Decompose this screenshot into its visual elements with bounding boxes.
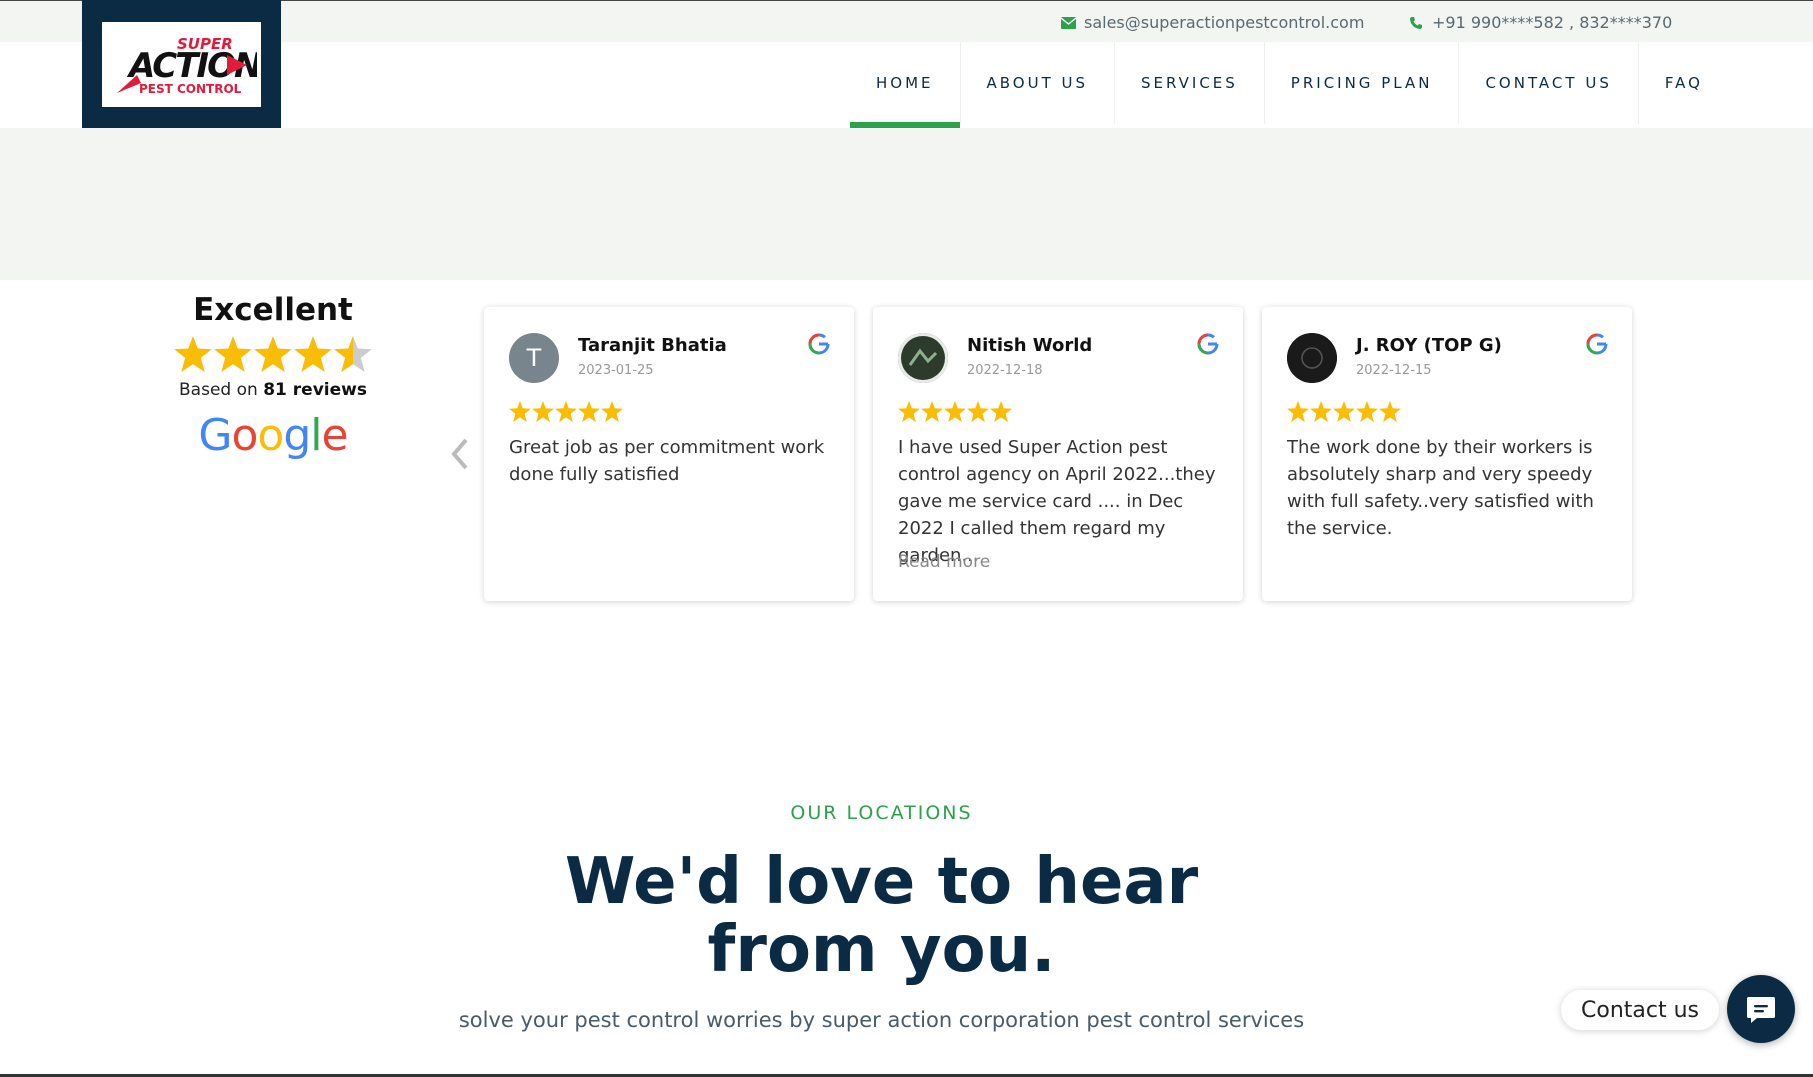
nav-pricing-plan[interactable]: PRICING PLAN — [1265, 42, 1460, 124]
star-icon — [944, 401, 966, 422]
chat-button[interactable] — [1727, 975, 1795, 1043]
star-icon — [509, 401, 531, 422]
avatar-letter: T — [526, 344, 542, 372]
star-icon — [532, 401, 554, 422]
star-icon — [254, 336, 292, 372]
nav-about-us[interactable]: ABOUT US — [961, 42, 1116, 124]
nav-services[interactable]: SERVICES — [1115, 42, 1265, 124]
based-on-text: Based on 81 reviews — [168, 380, 378, 400]
summary-stars — [168, 336, 378, 372]
reviewer-name: Taranjit Bhatia — [578, 335, 727, 356]
review-date: 2022-12-15 — [1356, 363, 1432, 378]
contact-us-label[interactable]: Contact us — [1561, 990, 1719, 1030]
reviewer-name: J. ROY (TOP G) — [1356, 335, 1502, 356]
star-icon — [1356, 401, 1378, 422]
google-g-icon — [808, 333, 830, 359]
phone-icon — [1408, 15, 1424, 31]
star-icon — [1287, 401, 1309, 422]
review-text: The work done by their workers is absolu… — [1287, 437, 1594, 539]
review-stars — [898, 401, 1012, 422]
avatar — [1287, 333, 1337, 383]
read-more-link[interactable]: Read more — [898, 552, 990, 572]
star-icon — [921, 401, 943, 422]
nav-home-label: HOME — [876, 74, 934, 92]
star-icon — [1379, 401, 1401, 422]
nav-about-us-label: ABOUT US — [986, 74, 1089, 92]
review-date: 2022-12-18 — [967, 363, 1043, 378]
star-icon — [555, 401, 577, 422]
reviewer-name: Nitish World — [967, 335, 1093, 356]
review-card: J. ROY (TOP G) 2022-12-15 The work done … — [1262, 307, 1632, 601]
star-icon — [1310, 401, 1332, 422]
logo-mark: SUPER ACTION PEST CONTROL — [102, 22, 261, 107]
avatar: T — [509, 333, 559, 383]
star-icon — [601, 401, 623, 422]
google-logo: Google — [198, 410, 348, 461]
google-g-icon — [1586, 333, 1608, 359]
review-count: 81 reviews — [263, 380, 367, 400]
rating-heading: Excellent — [193, 292, 353, 328]
logo[interactable]: SUPER ACTION PEST CONTROL — [82, 0, 281, 128]
star-icon — [174, 336, 212, 372]
star-icon — [990, 401, 1012, 422]
hero-band — [0, 128, 1813, 280]
half-star-icon — [334, 336, 372, 372]
google-g-icon — [1197, 333, 1219, 359]
star-icon — [214, 336, 252, 372]
main-nav: HOME ABOUT US SERVICES PRICING PLAN CONT… — [850, 42, 1729, 128]
nav-contact-us[interactable]: CONTACT US — [1459, 42, 1639, 124]
review-stars — [1287, 401, 1401, 422]
avatar — [898, 333, 948, 383]
review-text: Great job as per commitment work done fu… — [509, 437, 825, 485]
star-icon — [294, 336, 332, 372]
nav-home[interactable]: HOME — [850, 42, 961, 128]
nav-contact-us-label: CONTACT US — [1485, 74, 1612, 92]
nav-pricing-plan-label: PRICING PLAN — [1290, 74, 1433, 92]
envelope-icon — [1060, 15, 1076, 31]
star-icon — [967, 401, 989, 422]
nav-faq-label: FAQ — [1664, 74, 1703, 92]
carousel-prev-icon[interactable] — [448, 436, 478, 476]
review-date: 2023-01-25 — [578, 363, 654, 378]
locations-subtitle: solve your pest control worries by super… — [458, 1008, 1305, 1032]
phone-text[interactable]: +91 990****582 , 832****370 — [1432, 13, 1672, 32]
nav-faq[interactable]: FAQ — [1639, 42, 1729, 124]
review-card: Nitish World 2022-12-18 I have used Supe… — [873, 307, 1243, 601]
nav-services-label: SERVICES — [1141, 74, 1238, 92]
star-icon — [898, 401, 920, 422]
star-icon — [1333, 401, 1355, 422]
review-text: I have used Super Action pest control ag… — [898, 437, 1216, 566]
review-card: T Taranjit Bhatia 2023-01-25 Great job a… — [484, 307, 854, 601]
locations-title: We'd love to hear from you. — [564, 845, 1199, 987]
review-stars — [509, 401, 623, 422]
star-icon — [578, 401, 600, 422]
chat-icon — [1747, 997, 1775, 1023]
email-contact[interactable]: sales@superactionpestcontrol.com — [1060, 13, 1364, 32]
based-prefix: Based on — [179, 380, 258, 400]
locations-eyebrow: OUR LOCATIONS — [790, 802, 973, 824]
reviews-summary: Excellent Based on 81 reviews Google — [168, 292, 378, 461]
phone-contact[interactable]: +91 990****582 , 832****370 — [1408, 13, 1672, 32]
email-text[interactable]: sales@superactionpestcontrol.com — [1084, 13, 1364, 32]
logo-line3: PEST CONTROL — [139, 82, 242, 96]
